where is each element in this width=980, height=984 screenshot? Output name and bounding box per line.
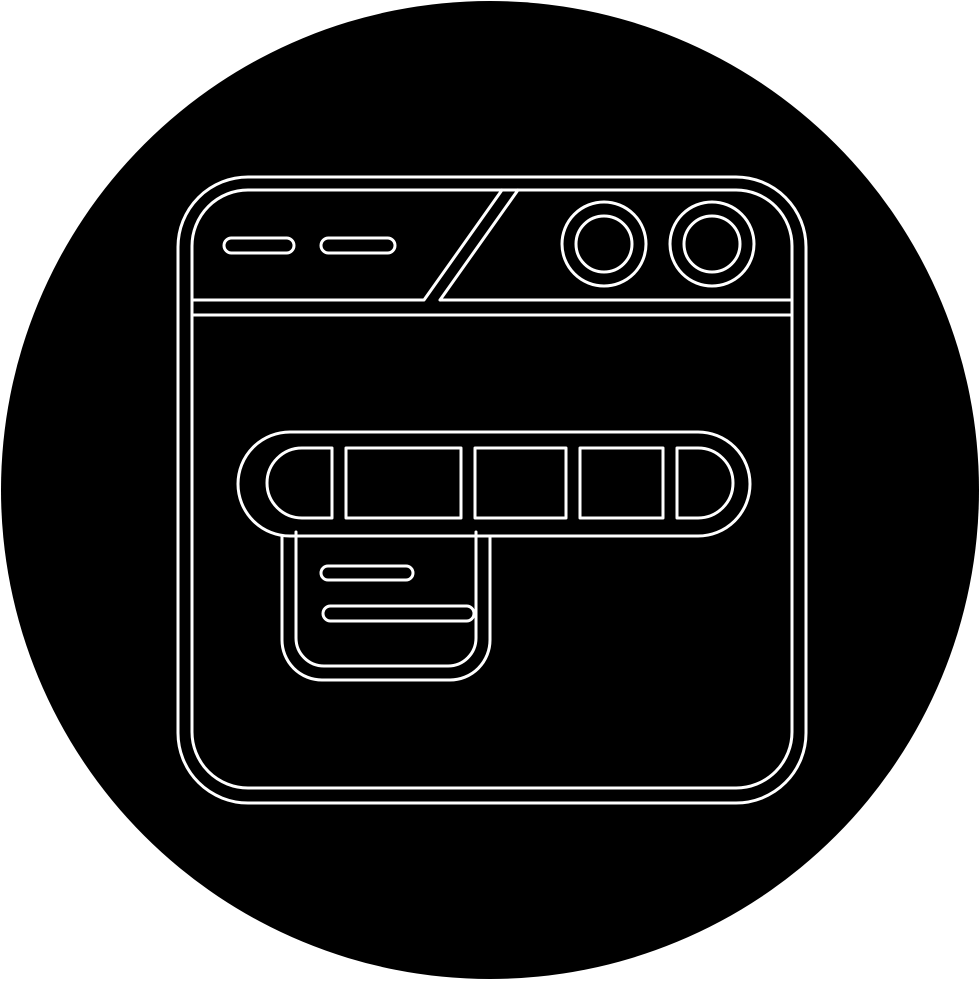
icon-canvas: [0, 0, 980, 980]
browser-navigation-menu-icon: [1, 1, 979, 979]
background-circle: [1, 1, 979, 979]
